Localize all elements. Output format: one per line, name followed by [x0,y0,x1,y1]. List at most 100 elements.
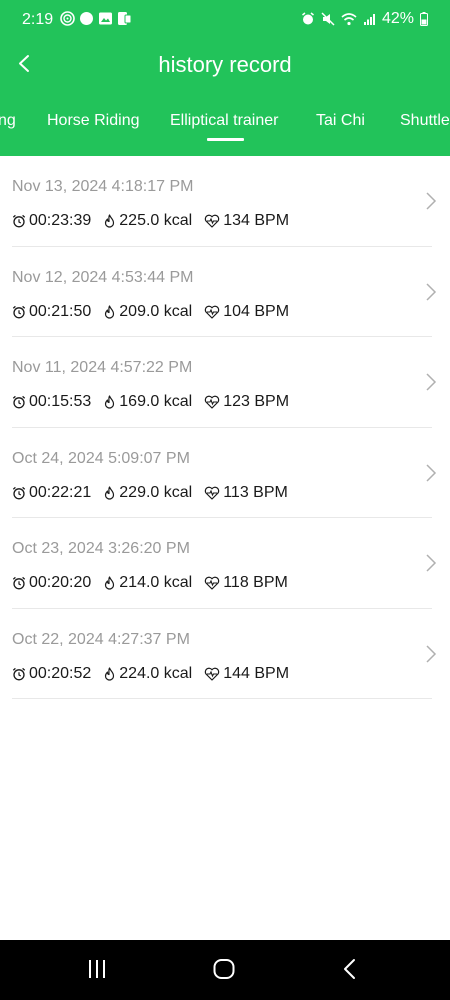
calories-stat: 229.0 kcal [103,484,192,502]
heart-rate-value: 134 BPM [223,212,290,229]
flame-icon [105,304,115,319]
calories-value: 225.0 kcal [119,212,193,229]
signal-icon [363,13,375,25]
heart-rate-icon [205,395,220,409]
status-right: 42% [301,10,428,28]
alarm-clock-icon [12,667,26,680]
duration-value: 00:21:50 [29,302,92,320]
header: 2:19 42% history record ng Horse Riding … [0,0,450,156]
notification-icons [60,11,132,26]
record-stats: 00:20:20 214.0 kcal 118 BPM [12,574,300,592]
mute-icon [321,12,335,26]
chevron-right-icon [426,192,437,210]
calories-value: 169.0 kcal [119,393,193,410]
chevron-right-icon [426,554,437,572]
calories-stat: 214.0 kcal [103,574,192,592]
record-stats: 00:23:39 225.0 kcal 134 BPM [12,212,301,230]
calories-stat: 169.0 kcal [103,393,192,411]
flame-icon [105,395,115,409]
record-stats: 00:21:50 209.0 kcal 104 BPM [12,303,301,321]
heart-rate-icon [205,576,220,590]
list-item[interactable]: Oct 23, 2024 3:26:20 PM 00:20:20 214.0 k… [12,518,437,609]
heart-rate-stat: 134 BPM [204,212,289,230]
heart-rate-value: 118 BPM [223,574,288,591]
record-date: Oct 24, 2024 5:09:07 PM [12,449,190,467]
chevron-right-icon [426,644,437,663]
tab-partial[interactable]: ng [0,112,16,130]
calories-stat: 224.0 kcal [103,665,192,683]
recent-apps-icon [89,960,105,978]
calories-value: 214.0 kcal [119,574,193,591]
record-stats: 00:20:52 224.0 kcal 144 BPM [12,665,301,683]
chevron-right-icon [426,463,437,482]
home-button[interactable] [212,958,236,985]
chevron-right-icon [426,373,437,391]
heart-rate-value: 123 BPM [223,393,290,410]
duration-stat: 00:20:20 [12,574,91,592]
flame-icon [105,666,115,681]
heart-rate-stat: 118 BPM [204,574,288,592]
heart-rate-stat: 113 BPM [204,484,288,502]
record-date: Oct 23, 2024 3:26:20 PM [12,540,190,557]
list-item[interactable]: Nov 11, 2024 4:57:22 PM 00:15:53 169.0 k… [12,337,437,428]
home-icon [213,959,235,979]
alarm-clock-icon [12,214,26,228]
flame-icon [105,576,115,590]
duration-value: 00:23:39 [29,212,92,229]
chevron-right-icon [426,282,437,301]
duration-stat: 00:22:21 [12,484,91,502]
battery-percent: 42% [381,10,414,27]
record-date: Nov 13, 2024 4:18:17 PM [12,178,194,195]
system-nav-bar [0,940,450,1000]
fingerprint-icon [60,11,75,26]
tab-tai-chi[interactable]: Tai Chi [316,112,365,130]
title-bar: history record [0,40,450,90]
back-arrow-icon [344,959,355,979]
heart-rate-icon [205,486,220,500]
tab-horse-riding[interactable]: Horse Riding [47,112,139,130]
tab-elliptical-trainer[interactable]: Elliptical trainer [170,112,278,130]
calories-stat: 209.0 kcal [103,303,192,321]
flame-icon [105,485,115,500]
calories-value: 209.0 kcal [119,302,193,320]
heart-rate-stat: 104 BPM [204,303,289,321]
calories-value: 224.0 kcal [119,664,193,682]
heart-rate-icon [205,667,220,681]
active-tab-indicator [207,138,244,141]
system-back-button[interactable] [340,958,360,985]
battery-icon [420,12,428,26]
record-date: Nov 11, 2024 4:57:22 PM [12,359,193,376]
duration-value: 00:20:20 [29,574,92,591]
heart-rate-stat: 144 BPM [204,665,289,683]
alarm-clock-icon [12,305,26,318]
duration-value: 00:22:21 [29,483,92,501]
list-item[interactable]: Nov 12, 2024 4:53:44 PM 00:21:50 209.0 k… [12,247,437,337]
chat-icon [79,11,94,26]
list-item[interactable]: Oct 24, 2024 5:09:07 PM 00:22:21 229.0 k… [12,428,437,518]
history-list: Nov 13, 2024 4:18:17 PM 00:23:39 225.0 k… [0,156,450,699]
heart-rate-icon [205,214,220,228]
device-icon [117,11,132,26]
duration-stat: 00:20:52 [12,665,91,683]
alarm-icon [302,12,314,25]
tab-shuttle[interactable]: Shuttle [400,112,450,130]
heart-rate-icon [205,305,220,319]
image-icon [98,11,113,26]
alarm-clock-icon [12,395,26,409]
sport-tabs: ng Horse Riding Elliptical trainer Tai C… [0,100,450,150]
duration-value: 00:20:52 [29,664,92,682]
duration-stat: 00:21:50 [12,303,91,321]
status-time: 2:19 [22,11,54,28]
heart-rate-stat: 123 BPM [204,393,289,411]
alarm-clock-icon [12,576,26,590]
record-stats: 00:15:53 169.0 kcal 123 BPM [12,393,301,411]
duration-stat: 00:15:53 [12,393,91,411]
status-bar: 2:19 42% [0,0,450,40]
record-date: Oct 22, 2024 4:27:37 PM [12,630,190,648]
record-date: Nov 12, 2024 4:53:44 PM [12,268,194,286]
list-item[interactable]: Oct 22, 2024 4:27:37 PM 00:20:52 224.0 k… [12,609,437,699]
flame-icon [105,214,115,228]
list-item[interactable]: Nov 13, 2024 4:18:17 PM 00:23:39 225.0 k… [12,156,437,247]
recent-apps-button[interactable] [86,958,108,985]
page-title: history record [158,52,292,77]
